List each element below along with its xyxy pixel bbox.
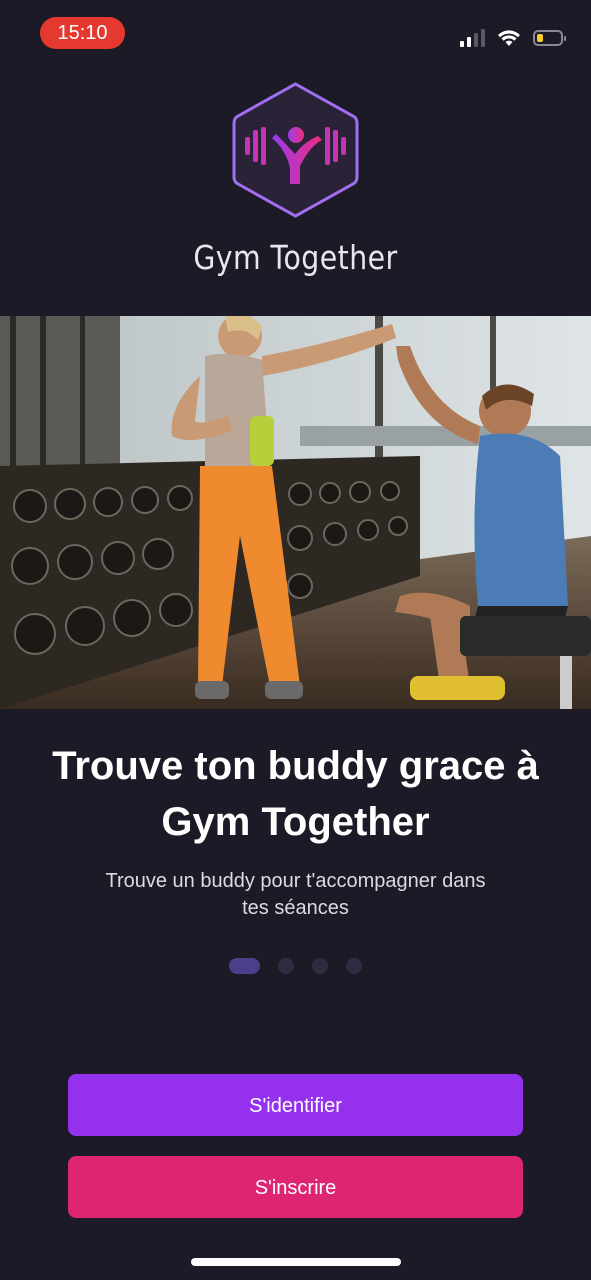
battery-icon bbox=[533, 30, 566, 46]
page-dot-1[interactable] bbox=[229, 958, 260, 974]
dumbbell-buddy-logo-icon bbox=[232, 82, 359, 218]
page-indicator[interactable] bbox=[0, 958, 591, 974]
home-indicator[interactable] bbox=[191, 1258, 401, 1266]
battery-level bbox=[537, 34, 543, 42]
app-name: Gym Together bbox=[193, 238, 398, 277]
signup-button[interactable]: S'inscrire bbox=[68, 1156, 523, 1218]
status-time: 15:10 bbox=[40, 17, 125, 49]
page-dot-3[interactable] bbox=[312, 958, 328, 974]
page-dot-4[interactable] bbox=[346, 958, 362, 974]
login-button[interactable]: S'identifier bbox=[68, 1074, 523, 1136]
gym-high-five-photo bbox=[0, 316, 591, 709]
onboarding-subtext: Trouve un buddy pour t'accompagner dans … bbox=[105, 870, 486, 919]
cellular-signal-icon bbox=[460, 29, 485, 47]
wifi-icon bbox=[498, 30, 520, 46]
onboarding-headline: Trouve ton buddy grace à Gym Together bbox=[52, 744, 539, 844]
status-icons bbox=[460, 26, 566, 50]
page-dot-2[interactable] bbox=[278, 958, 294, 974]
